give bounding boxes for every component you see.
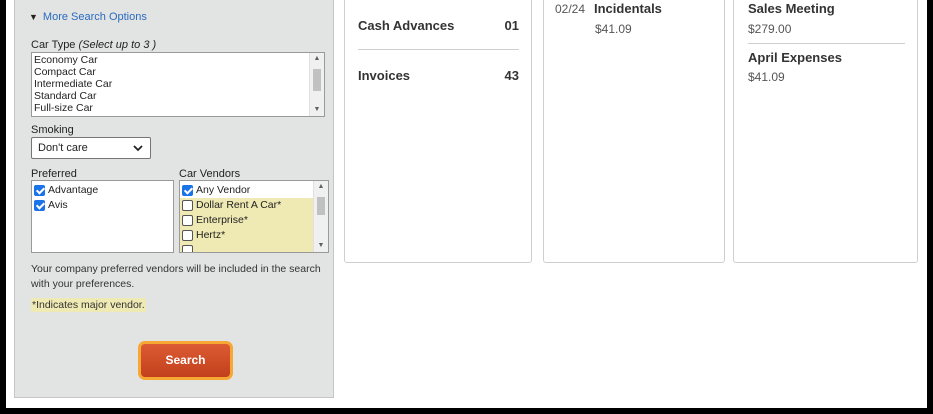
car-type-label: Car Type (Select up to 3 ) — [31, 39, 157, 51]
preferred-item-label: Avis — [48, 199, 68, 211]
scroll-thumb[interactable] — [313, 69, 321, 91]
smoking-select[interactable]: Don't care — [31, 137, 151, 159]
search-button-focus-ring[interactable]: Search — [138, 341, 233, 380]
cash-advances-row[interactable]: Cash Advances 01 — [358, 18, 519, 33]
car-type-option[interactable]: Compact Car — [32, 66, 324, 78]
divider — [748, 43, 905, 44]
vendor-item-label: Hertz* — [196, 229, 226, 241]
car-type-hint: (Select up to 3 ) — [78, 39, 157, 51]
vendors-scrollbar[interactable]: ▲ ▼ — [313, 181, 328, 252]
invoices-label: Invoices — [358, 68, 411, 83]
checkbox-checked[interactable] — [182, 185, 193, 196]
checkbox-unchecked[interactable] — [182, 245, 193, 252]
cash-advances-label: Cash Advances — [358, 18, 455, 33]
report-amount: $279.00 — [748, 22, 792, 36]
scroll-up-icon[interactable]: ▲ — [310, 53, 324, 65]
expense-date: 02/24 — [555, 2, 586, 16]
checkbox-unchecked[interactable] — [182, 230, 193, 241]
reports-card: Sales Meeting $279.00 April Expenses $41… — [733, 0, 918, 263]
checkbox-checked[interactable] — [34, 185, 45, 196]
car-type-option[interactable]: Intermediate Car — [32, 78, 324, 90]
preferred-vendors-note: Your company preferred vendors will be i… — [31, 263, 321, 290]
checkbox-unchecked[interactable] — [182, 215, 193, 226]
car-vendors-listbox[interactable]: Any Vendor Dollar Rent A Car* Enterprise… — [179, 180, 329, 253]
more-search-options-label: More Search Options — [42, 11, 147, 23]
car-search-panel: ▼ More Search Options Car Type (Select up… — [14, 0, 334, 398]
invoices-row[interactable]: Invoices 43 — [358, 68, 519, 83]
car-type-option[interactable]: Standard Car — [32, 90, 324, 102]
preferred-listbox[interactable]: Advantage Avis — [31, 180, 174, 253]
report-title: April Expenses — [748, 50, 842, 65]
cash-advances-count: 01 — [504, 18, 519, 33]
car-type-listbox[interactable]: Economy Car Compact Car Intermediate Car… — [31, 52, 325, 117]
expense-label: Incidentals — [594, 1, 662, 16]
smoking-value: Don't care — [38, 142, 88, 154]
vendor-item-partial[interactable] — [180, 243, 313, 252]
scroll-thumb[interactable] — [317, 197, 325, 215]
checkbox-checked[interactable] — [34, 200, 45, 211]
vendor-options: Any Vendor Dollar Rent A Car* Enterprise… — [180, 181, 313, 252]
car-type-options: Economy Car Compact Car Intermediate Car… — [32, 53, 324, 114]
vendor-item-label: Dollar Rent A Car* — [196, 199, 282, 211]
expenses-card: 02/24 Incidentals $41.09 — [543, 0, 725, 263]
car-vendors-label: Car Vendors — [179, 168, 241, 180]
vendor-item-any[interactable]: Any Vendor — [180, 183, 313, 198]
car-type-option[interactable]: Full-size Car — [32, 102, 324, 114]
vendor-item-enterprise[interactable]: Enterprise* — [180, 213, 313, 228]
preferred-item-advantage[interactable]: Advantage — [32, 183, 173, 198]
scroll-down-icon[interactable]: ▼ — [314, 240, 328, 252]
preferred-label: Preferred — [31, 168, 77, 180]
checkbox-unchecked[interactable] — [182, 200, 193, 211]
chevron-down-icon — [133, 145, 143, 152]
app-frame: ▼ More Search Options Car Type (Select up… — [6, 0, 927, 408]
major-vendor-note: *Indicates major vendor. — [31, 298, 146, 312]
smoking-label: Smoking — [31, 124, 74, 136]
invoices-count: 43 — [504, 68, 519, 83]
preferred-options: Advantage Avis — [32, 181, 173, 213]
report-amount: $41.09 — [748, 70, 785, 84]
preferred-item-avis[interactable]: Avis — [32, 198, 173, 213]
vendor-item-dollar[interactable]: Dollar Rent A Car* — [180, 198, 313, 213]
triangle-down-icon: ▼ — [29, 12, 38, 22]
report-title: Sales Meeting — [748, 1, 835, 16]
more-search-options-toggle[interactable]: ▼ More Search Options — [29, 11, 147, 23]
major-vendor-note-row: *Indicates major vendor. — [31, 298, 329, 313]
car-type-option[interactable]: Economy Car — [32, 54, 324, 66]
expense-amount: $41.09 — [595, 22, 632, 36]
scroll-up-icon[interactable]: ▲ — [314, 181, 328, 193]
car-type-scrollbar[interactable]: ▲ ▼ — [309, 53, 324, 116]
search-button[interactable]: Search — [141, 344, 230, 377]
divider — [358, 49, 519, 50]
vendor-item-label: Any Vendor — [196, 184, 251, 196]
vendor-item-label: Enterprise* — [196, 214, 248, 226]
summary-card: Cash Advances 01 Invoices 43 — [344, 0, 532, 263]
scroll-down-icon[interactable]: ▼ — [310, 104, 324, 116]
preferred-item-label: Advantage — [48, 184, 99, 196]
vendor-item-hertz[interactable]: Hertz* — [180, 228, 313, 243]
